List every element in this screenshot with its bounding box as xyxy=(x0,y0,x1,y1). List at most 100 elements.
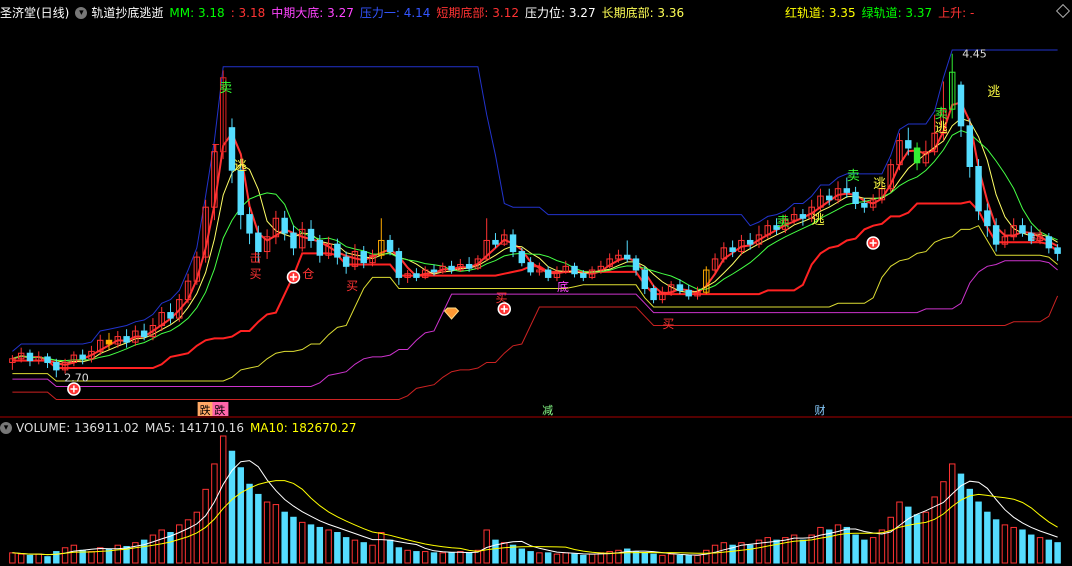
candle-body xyxy=(79,354,86,360)
volume-bar xyxy=(35,553,42,564)
dip-marker: 跌 xyxy=(200,403,211,417)
volume-bar xyxy=(1045,539,1053,564)
volume-bar xyxy=(369,544,376,564)
candle-body xyxy=(395,251,403,278)
high-price-label: 4.45 xyxy=(962,48,987,61)
volume-bar xyxy=(351,539,359,564)
candle-body xyxy=(957,84,965,127)
volume-bar xyxy=(193,511,201,564)
volume-bar xyxy=(878,529,886,564)
volume-bar xyxy=(1036,537,1044,564)
bottom-signal: 底 xyxy=(557,279,569,294)
gap-signal: T xyxy=(211,142,219,155)
candle-body xyxy=(386,239,394,253)
volume-bar xyxy=(790,534,798,564)
volume-bar xyxy=(465,552,473,564)
candle-body xyxy=(255,232,262,253)
candle-body xyxy=(580,273,587,278)
volume-bar xyxy=(966,488,973,564)
volume-bar xyxy=(378,532,385,564)
long-bottom-line xyxy=(12,295,1059,400)
buy-signal: 买 xyxy=(662,317,674,331)
candle-body xyxy=(518,251,526,264)
volume-bar xyxy=(659,554,666,564)
volume-bar xyxy=(948,463,956,564)
candle-body xyxy=(342,256,350,267)
red-track-line xyxy=(12,200,1059,369)
volume-bar xyxy=(826,529,833,564)
candle-body xyxy=(44,356,51,363)
volume-bar xyxy=(70,544,78,564)
candle-body xyxy=(492,239,499,245)
volume-bar xyxy=(905,506,912,564)
candle-body xyxy=(571,265,578,275)
volume-bar xyxy=(1054,542,1061,564)
sell-signal: 卖 xyxy=(219,81,232,96)
volume-bar xyxy=(307,524,315,564)
volume-bar xyxy=(544,552,552,564)
candle-body xyxy=(53,361,60,371)
buy-signal: 买 xyxy=(250,267,262,281)
candle-body xyxy=(826,195,833,201)
candle-body xyxy=(992,225,1000,245)
candlestick-chart[interactable]: 4.452.70卖逃击买 仓买买底买卖 逃卖逃卖逃逃买T跌跌减财 xyxy=(0,0,1072,566)
candle-body xyxy=(799,214,807,219)
volume-bar xyxy=(501,542,508,564)
volume-bar xyxy=(992,519,1000,564)
volume-bar xyxy=(184,519,192,564)
volume-bar xyxy=(746,544,754,564)
escape-signal: 逃 xyxy=(935,121,948,136)
wealth-marker: 财 xyxy=(814,403,825,417)
volume-bar xyxy=(325,529,332,564)
volume-bar xyxy=(219,435,227,564)
candle-body xyxy=(729,247,736,253)
volume-bar xyxy=(26,554,34,564)
volume-bar xyxy=(650,553,657,564)
volume-bar xyxy=(694,554,701,564)
low-price-label: 2.70 xyxy=(64,371,89,384)
candle-body xyxy=(676,284,684,291)
candle-body xyxy=(465,263,473,269)
candle-body xyxy=(984,210,991,227)
volume-bar xyxy=(299,521,306,564)
sell-signal: 卖 xyxy=(935,107,948,122)
escape-signal: 逃 xyxy=(234,159,247,174)
volume-bar xyxy=(448,552,455,564)
candle-body xyxy=(905,140,912,149)
volume-bar xyxy=(290,516,297,564)
pressure-line xyxy=(12,49,1058,352)
candle-body xyxy=(843,188,851,193)
candle-body xyxy=(527,262,534,273)
volume-bar xyxy=(571,553,578,564)
volume-bar xyxy=(773,539,780,564)
volume-bar xyxy=(342,537,350,564)
volume-bar xyxy=(114,544,122,564)
volume-bar xyxy=(518,548,526,564)
candle-body xyxy=(641,269,649,290)
candle-body xyxy=(316,239,324,256)
volume-bar xyxy=(492,539,499,564)
volume-bar xyxy=(632,551,640,564)
volume-bar xyxy=(395,547,403,564)
volume-bar xyxy=(861,539,868,564)
volume-bar xyxy=(676,554,684,564)
candle-body xyxy=(1054,247,1061,254)
volume-bar xyxy=(211,463,218,564)
volume-bar xyxy=(913,514,921,564)
volume-bar xyxy=(97,547,104,564)
position-signal: 仓 xyxy=(302,267,314,281)
reduce-marker: 减 xyxy=(542,404,553,417)
buy-signal: 买 xyxy=(346,279,358,293)
volume-bar xyxy=(316,526,324,564)
volume-bar xyxy=(922,511,930,564)
volume-bar xyxy=(843,526,851,564)
volume-bar xyxy=(237,467,244,564)
candle-body xyxy=(307,228,315,241)
volume-bar xyxy=(887,516,894,564)
strike-signal: 击 xyxy=(250,251,262,265)
volume-bar xyxy=(764,537,771,564)
sell-signal: 卖 xyxy=(777,215,790,230)
volume-bar xyxy=(88,551,95,564)
volume-bar xyxy=(61,547,69,564)
buy-signal: 买 xyxy=(1031,231,1043,245)
